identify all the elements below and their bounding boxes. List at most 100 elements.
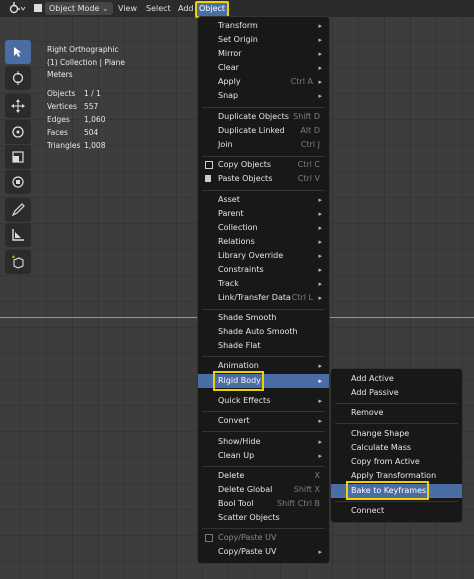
object-menu: Transform ▸ Set Origin ▸ Mirror ▸ Clear ▸ Ap… — [197, 16, 330, 564]
chevron-right-icon: ▸ — [318, 64, 322, 72]
menu-item-remove[interactable]: Remove — [331, 406, 462, 420]
cursor-icon — [14, 47, 22, 57]
scale-icon — [12, 151, 24, 163]
menu-item-bool-tool[interactable]: Bool Tool Shift Ctrl B — [198, 497, 329, 511]
menu-add[interactable]: Add — [178, 2, 194, 15]
rotate-icon — [12, 126, 24, 138]
menu-item-copy-paste-uv[interactable]: Copy/Paste UV ▸ — [198, 545, 329, 559]
chevron-right-icon: ▸ — [318, 36, 322, 44]
editor-type-icon[interactable] — [8, 1, 26, 14]
menu-select[interactable]: Select — [146, 2, 171, 15]
menu-item-library-override[interactable]: Library Override ▸ — [198, 249, 329, 263]
uv-icon — [205, 534, 213, 542]
measure-tool-button[interactable] — [5, 223, 31, 247]
annotation-highlight-rigid-body — [213, 371, 264, 391]
units-label: Meters — [47, 70, 73, 79]
stat-value: 1,008 — [84, 141, 106, 150]
stat-value: 557 — [84, 102, 99, 111]
menu-item-add-passive[interactable]: Add Passive — [331, 386, 462, 400]
menu-item-copy-objects[interactable]: Copy Objects Ctrl C — [198, 158, 329, 172]
chevron-right-icon: ▸ — [318, 50, 322, 58]
transform-tool-button[interactable] — [5, 170, 31, 194]
add-cube-tool-button[interactable] — [5, 250, 31, 274]
annotation-highlight-bake-to-keyframes — [346, 481, 429, 500]
menu-item-asset[interactable]: Asset ▸ — [198, 193, 329, 207]
menu-item-relations[interactable]: Relations ▸ — [198, 235, 329, 249]
chevron-right-icon: ▸ — [318, 417, 322, 425]
chevron-right-icon: ▸ — [318, 294, 322, 302]
chevron-right-icon: ▸ — [318, 196, 322, 204]
chevron-right-icon: ▸ — [318, 252, 322, 260]
rotate-tool-button[interactable] — [5, 120, 31, 144]
menu-item-copy-from-active[interactable]: Copy from Active — [331, 455, 462, 469]
chevron-right-icon: ▸ — [318, 280, 322, 288]
menu-separator — [335, 423, 458, 424]
menu-item-shade-smooth[interactable]: Shade Smooth — [198, 311, 329, 325]
menu-item-show-hide[interactable]: Show/Hide ▸ — [198, 435, 329, 449]
cursor-tool-button[interactable] — [5, 66, 31, 90]
menu-item-transform[interactable]: Transform ▸ — [198, 19, 329, 33]
menu-separator — [202, 107, 325, 108]
menu-item-quick-effects[interactable]: Quick Effects ▸ — [198, 394, 329, 408]
menu-separator — [335, 403, 458, 404]
menu-item-set-origin[interactable]: Set Origin ▸ — [198, 33, 329, 47]
viewport-info: Right Orthographic (1) Collection | Plan… — [47, 44, 125, 82]
menu-item-copy-paste-uv-disabled[interactable]: Copy/Paste UV — [198, 531, 329, 545]
menu-separator — [202, 466, 325, 467]
stat-row: Faces 504 — [47, 127, 167, 140]
chevron-right-icon: ▸ — [318, 397, 322, 405]
chevron-right-icon: ▸ — [318, 224, 322, 232]
menu-item-add-active[interactable]: Add Active — [331, 372, 462, 386]
menu-item-delete-global[interactable]: Delete Global Shift X — [198, 483, 329, 497]
chevron-right-icon: ▸ — [318, 78, 322, 86]
chevron-right-icon: ▸ — [318, 548, 322, 556]
chevron-right-icon: ▸ — [318, 438, 322, 446]
menu-item-constraints[interactable]: Constraints ▸ — [198, 263, 329, 277]
menu-item-scatter-objects[interactable]: Scatter Objects — [198, 511, 329, 525]
menu-item-convert[interactable]: Convert ▸ — [198, 414, 329, 428]
menu-item-snap[interactable]: Snap ▸ — [198, 89, 329, 103]
move-icon — [11, 99, 25, 113]
menu-item-join[interactable]: Join Ctrl J — [198, 138, 329, 152]
menu-separator — [202, 309, 325, 310]
collection-info: (1) Collection | Plane — [47, 57, 125, 67]
menu-item-apply[interactable]: Apply Ctrl A ▸ — [198, 75, 329, 89]
menu-item-mirror[interactable]: Mirror ▸ — [198, 47, 329, 61]
copy-icon — [205, 161, 213, 169]
chevron-right-icon: ▸ — [318, 377, 322, 385]
scale-tool-button[interactable] — [5, 145, 31, 169]
move-tool-button[interactable] — [5, 94, 31, 118]
pencil-icon — [11, 203, 25, 217]
menu-separator — [202, 356, 325, 357]
menu-item-connect[interactable]: Connect — [331, 504, 462, 518]
add-cube-icon — [12, 255, 24, 269]
menu-item-parent[interactable]: Parent ▸ — [198, 207, 329, 221]
stat-row: Edges 1,060 — [47, 114, 167, 127]
menu-view[interactable]: View — [118, 2, 137, 15]
select-mode-icon[interactable] — [34, 4, 42, 12]
menu-item-duplicate-linked[interactable]: Duplicate Linked Alt D — [198, 124, 329, 138]
menu-item-shade-flat[interactable]: Shade Flat — [198, 339, 329, 353]
menu-item-clean-up[interactable]: Clean Up ▸ — [198, 449, 329, 463]
menu-item-delete[interactable]: Delete X — [198, 469, 329, 483]
menu-separator — [202, 528, 325, 529]
menu-item-shade-auto-smooth[interactable]: Shade Auto Smooth — [198, 325, 329, 339]
stat-value: 504 — [84, 128, 99, 137]
menu-item-calculate-mass[interactable]: Calculate Mass — [331, 441, 462, 455]
viewport-header: Object Mode ⌄ View Select Add Object — [0, 0, 474, 18]
object-mode-dropdown[interactable]: Object Mode ⌄ — [45, 2, 113, 15]
menu-item-duplicate-objects[interactable]: Duplicate Objects Shift D — [198, 110, 329, 124]
menu-separator — [202, 411, 325, 412]
chevron-right-icon: ▸ — [318, 452, 322, 460]
menu-item-collection[interactable]: Collection ▸ — [198, 221, 329, 235]
menu-item-paste-objects[interactable]: Paste Objects Ctrl V — [198, 172, 329, 186]
stat-value: 1 / 1 — [84, 89, 101, 98]
stat-row: Vertices 557 — [47, 101, 167, 114]
annotate-tool-button[interactable] — [5, 198, 31, 222]
menu-item-track[interactable]: Track ▸ — [198, 277, 329, 291]
menu-item-change-shape[interactable]: Change Shape — [331, 427, 462, 441]
menu-item-link-transfer-data[interactable]: Link/Transfer Data Ctrl L ▸ — [198, 291, 329, 305]
menu-item-clear[interactable]: Clear ▸ — [198, 61, 329, 75]
ruler-icon — [12, 229, 24, 241]
select-tool-button[interactable] — [5, 40, 31, 64]
